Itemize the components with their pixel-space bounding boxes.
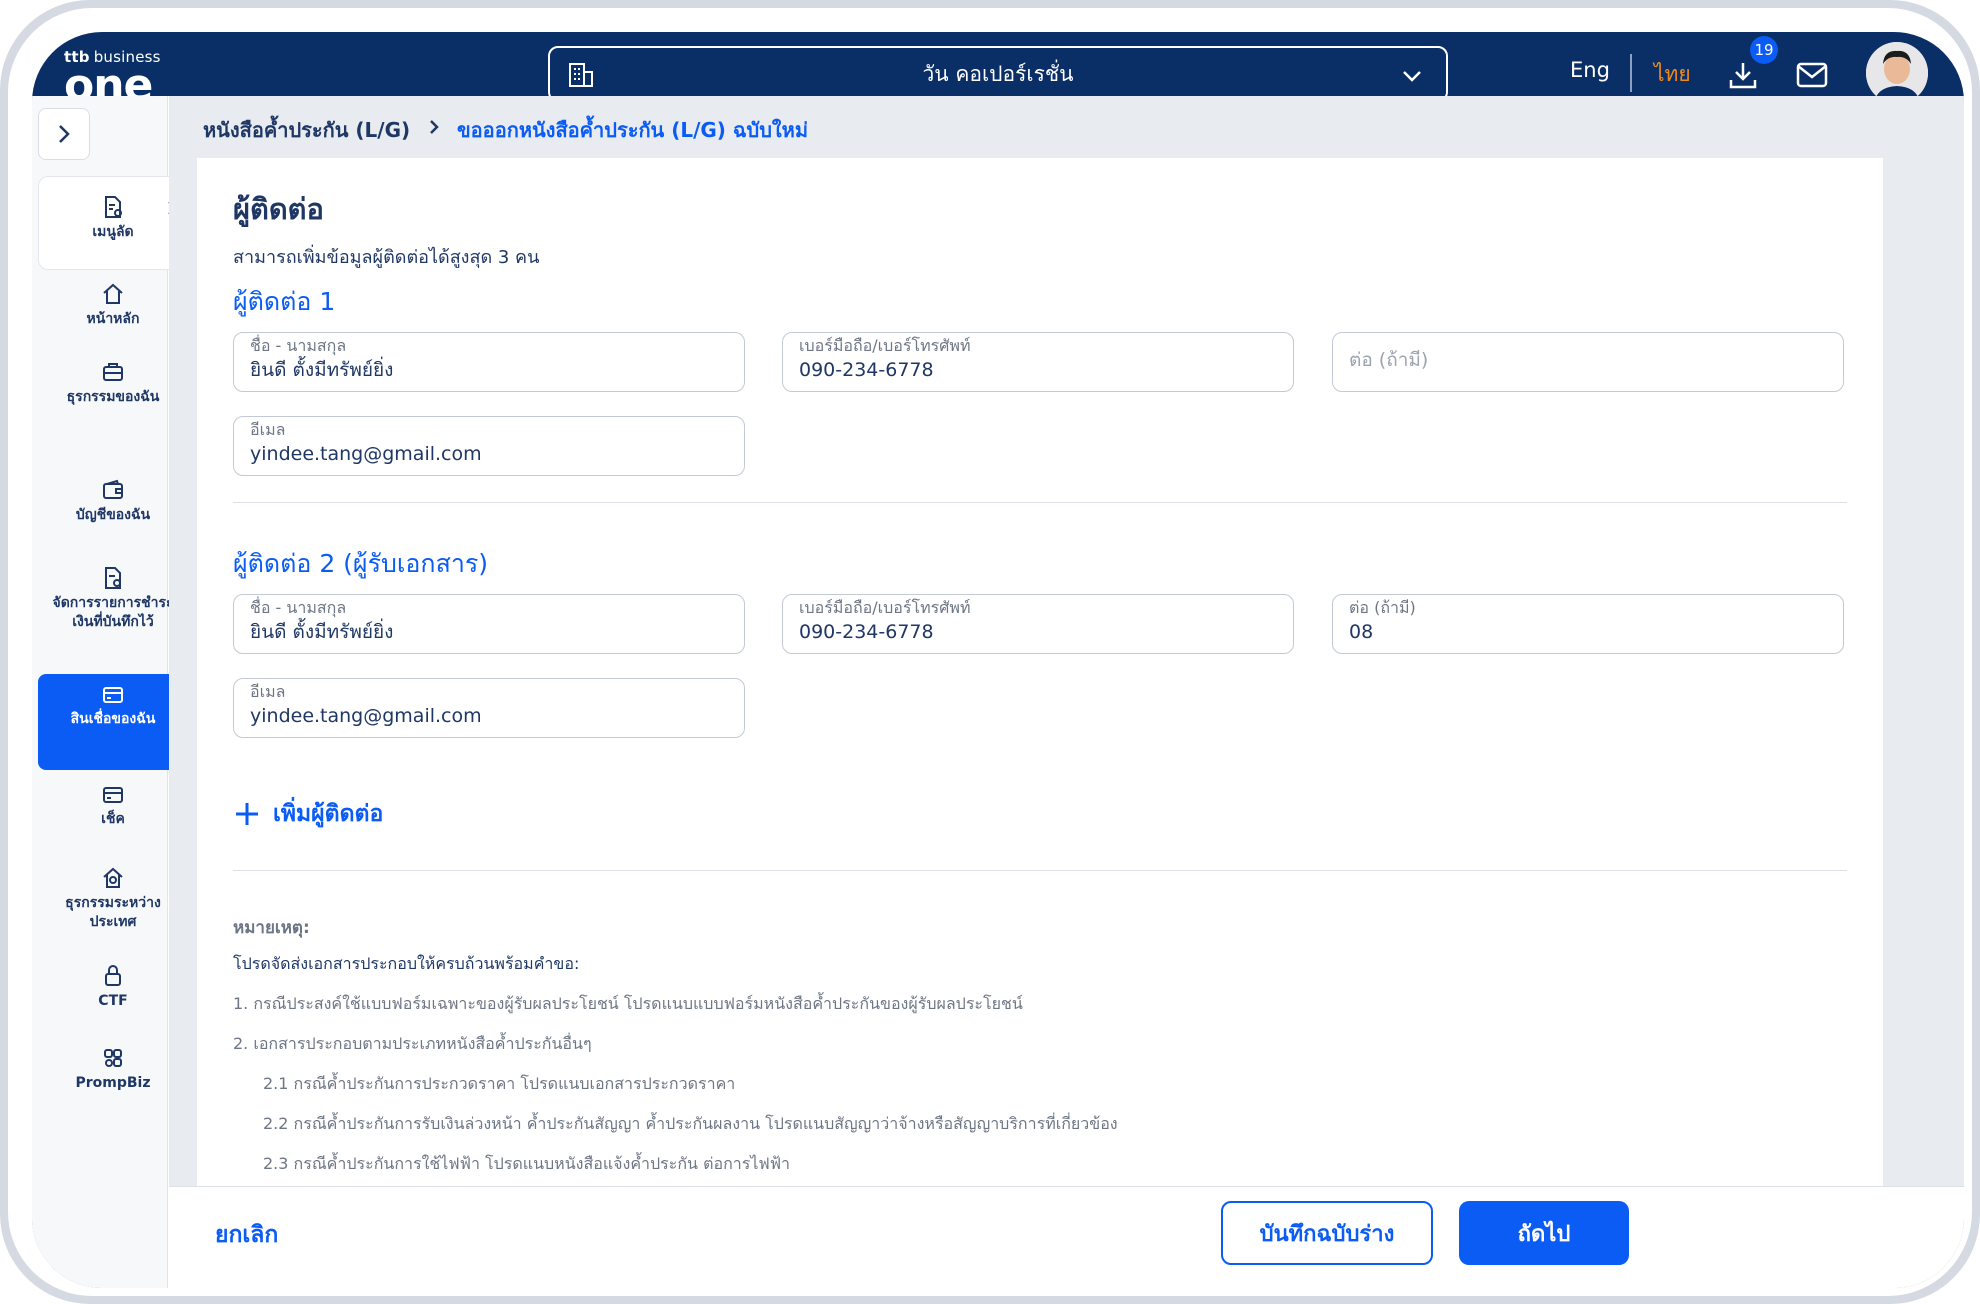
field-label: ต่อ (ถ้ามี) [1349,598,1416,617]
wallet-icon [103,479,123,499]
download-icon[interactable] [1728,60,1758,90]
device-frame: ttb business one วัน คอเปอร์เรชั่น Eng ไท… [0,0,1980,1304]
field-label: ชื่อ - นามสกุล [250,336,347,355]
note-item: 1. กรณีประสงค์ใช้แบบฟอร์มเฉพาะของผู้รับผ… [233,994,1023,1013]
avatar-image-icon [1866,42,1928,104]
sidebar-item-label: เมนูลัด [92,224,134,240]
content-area: เมนูลัด หน้าหลัก ธุรกรรมของฉัน บัญชีของฉ… [32,96,1964,1288]
contact-1-name-field[interactable]: ชื่อ - นามสกุล ยินดี ตั้งมีทรัพย์ยิ่ง [233,332,745,392]
notes-title: หมายเหตุ: [233,918,310,938]
note-item: 2.3 กรณีค้ำประกันการใช้ไฟฟ้า โปรดแนบหนัง… [263,1154,791,1173]
mail-icon[interactable] [1796,62,1828,88]
sidebar-item-my-transactions[interactable]: ธุรกรรมของฉัน [38,360,188,407]
add-contact-label: เพิ่มผู้ติดต่อ [273,801,384,827]
page-subtitle: สามารถเพิ่มข้อมูลผู้ติดต่อได้สูงสุด 3 คน [233,247,540,268]
building-icon [569,63,593,87]
chevron-right-icon [430,120,439,134]
main-panel: ผู้ติดต่อ สามารถเพิ่มข้อมูลผู้ติดต่อได้ส… [169,158,1964,1186]
device-bezel: ttb business one วัน คอเปอร์เรชั่น Eng ไท… [8,8,1972,1296]
sidebar-item-label: สินเชื่อของฉัน [70,711,156,727]
credit-card-icon [103,687,123,703]
sidebar-item-label: ธุรกรรมระหว่างประเทศ [65,895,161,930]
lang-english[interactable]: Eng [1570,58,1610,82]
sidebar-item-ctf[interactable]: CTF [38,964,188,1011]
contact-2-ext-field[interactable]: ต่อ (ถ้ามี) 08 [1332,594,1844,654]
contact-1-title: ผู้ติดต่อ 1 [233,287,336,316]
note-item: 2.1 กรณีค้ำประกันการประกวดราคา โปรดแนบเอ… [263,1074,736,1093]
prompbiz-icon [104,1049,122,1067]
field-label: ชื่อ - นามสกุล [250,598,347,617]
contact-1-email-field[interactable]: อีเมล yindee.tang@gmail.com [233,416,745,476]
sidebar-item-label: PrompBiz [75,1075,151,1091]
add-contact-button[interactable]: เพิ่มผู้ติดต่อ [233,796,383,832]
download-badge: 19 [1750,36,1778,64]
page-title: ผู้ติดต่อ [233,192,324,226]
user-avatar[interactable] [1866,42,1928,104]
contact-1-ext-field[interactable]: ต่อ (ถ้ามี) [1332,332,1844,392]
sidebar-item-my-accounts[interactable]: บัญชีของฉัน [38,478,188,525]
sidebar-item-label: จัดการรายการชำระเงินที่บันทึกไว้ [52,595,174,630]
sidebar-item-my-loans[interactable]: สินเชื่อของฉัน [38,674,188,770]
sidebar-item-label: เช็ค [101,811,125,827]
notes-intro: โปรดจัดส่งเอกสารประกอบให้ครบถ้วนพร้อมคำข… [233,954,580,973]
chevron-down-icon [1403,71,1421,82]
briefcase-icon [103,363,123,381]
sidebar-item-saved-payments[interactable]: จัดการรายการชำระเงินที่บันทึกไว้ [38,566,188,632]
note-item: 2. เอกสารประกอบตามประเภทหนังสือค้ำประกัน… [233,1034,592,1053]
lang-thai[interactable]: ไทย [1654,58,1691,91]
field-placeholder: ต่อ (ถ้ามี) [1349,349,1429,371]
sidebar-item-label: บัญชีของฉัน [75,507,151,523]
sidebar-item-label: CTF [98,993,128,1009]
field-value: yindee.tang@gmail.com [250,443,482,465]
home-icon [103,283,123,304]
contact-1-phone-field[interactable]: เบอร์มือถือ/เบอร์โทรศัพท์ 090-234-6778 [782,332,1294,392]
field-value: 090-234-6778 [799,621,934,643]
breadcrumb: หนังสือค้ำประกัน (L/G) ขอออกหนังสือค้ำปร… [169,96,1964,158]
chevron-right-icon [59,125,70,143]
lang-divider [1630,54,1632,92]
field-value: yindee.tang@gmail.com [250,705,482,727]
sidebar-item-international[interactable]: ธุรกรรมระหว่างประเทศ [38,866,188,932]
breadcrumb-current: ขอออกหนังสือค้ำประกัน (L/G) ฉบับใหม่ [457,118,809,142]
field-label: อีเมล [250,420,286,439]
field-label: อีเมล [250,682,286,701]
field-value: 08 [1349,621,1374,643]
sidebar-item-shortcut[interactable]: เมนูลัด [38,176,188,270]
company-name: วัน คอเปอร์เรชั่น [922,61,1074,86]
field-value: ยินดี ตั้งมีทรัพย์ยิ่ง [250,621,394,643]
field-label: เบอร์มือถือ/เบอร์โทรศัพท์ [799,336,971,355]
company-selector[interactable]: วัน คอเปอร์เรชั่น [548,46,1448,102]
cancel-button[interactable]: ยกเลิก [215,1217,278,1253]
doc-shortcut-icon [105,196,122,218]
field-value: 090-234-6778 [799,359,934,381]
contact-2-title: ผู้ติดต่อ 2 (ผู้รับเอกสาร) [233,549,489,578]
contact-2-email-field[interactable]: อีเมล yindee.tang@gmail.com [233,678,745,738]
international-icon [103,867,123,888]
sidebar-item-prompbiz[interactable]: PrompBiz [38,1046,188,1093]
next-button[interactable]: ถัดไป [1459,1201,1629,1265]
save-draft-button[interactable]: บันทึกฉบับร่าง [1221,1201,1433,1265]
cheque-icon [103,787,123,803]
field-value: ยินดี ตั้งมีทรัพย์ยิ่ง [250,359,394,381]
section-divider [233,502,1847,503]
lock-icon [105,965,121,986]
breadcrumb-parent[interactable]: หนังสือค้ำประกัน (L/G) [203,114,410,146]
sidebar-item-home[interactable]: หน้าหลัก [38,282,188,329]
note-item: 2.2 กรณีค้ำประกันการรับเงินล่วงหน้า ค้ำป… [263,1114,1118,1133]
app-screen: ttb business one วัน คอเปอร์เรชั่น Eng ไท… [32,32,1964,1288]
contact-2-phone-field[interactable]: เบอร์มือถือ/เบอร์โทรศัพท์ 090-234-6778 [782,594,1294,654]
sidebar-item-label: หน้าหลัก [86,311,140,327]
section-divider [233,870,1847,871]
contact-form-card: ผู้ติดต่อ สามารถเพิ่มข้อมูลผู้ติดต่อได้ส… [197,158,1883,1186]
sidebar-expand-button[interactable] [38,108,90,160]
field-label: เบอร์มือถือ/เบอร์โทรศัพท์ [799,598,971,617]
sidebar-item-cheque[interactable]: เช็ค [38,784,188,829]
contact-2-name-field[interactable]: ชื่อ - นามสกุล ยินดี ตั้งมีทรัพย์ยิ่ง [233,594,745,654]
footer-bar: ยกเลิก บันทึกฉบับร่าง ถัดไป [169,1186,1964,1288]
plus-icon [236,803,258,825]
doc-settings-icon [105,567,121,589]
